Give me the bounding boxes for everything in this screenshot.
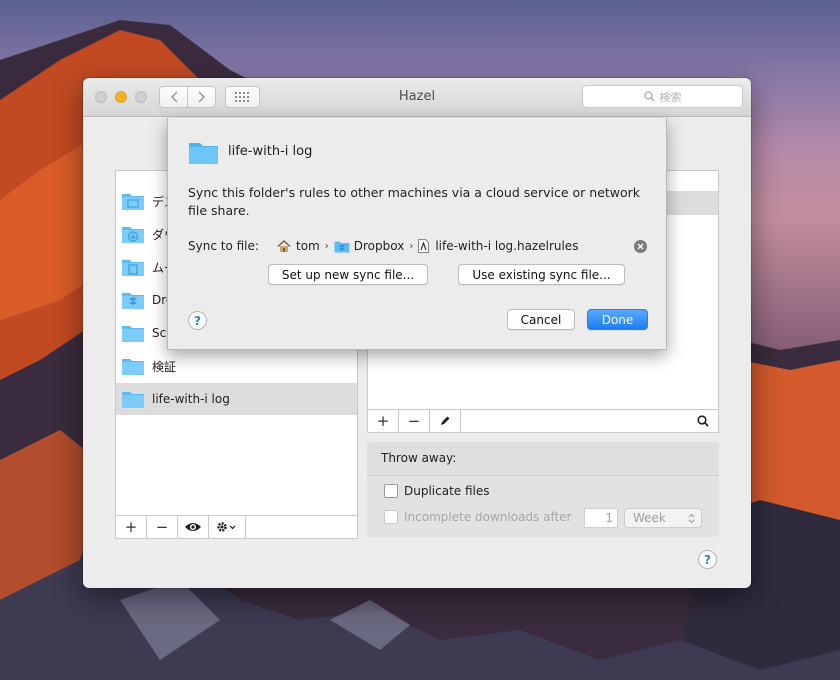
- unit-select-value: Week: [633, 511, 666, 525]
- edit-rule-button[interactable]: [430, 410, 461, 432]
- search-rules-button[interactable]: [688, 410, 718, 432]
- stepper-arrows-icon: [688, 513, 695, 524]
- rules-toolbar: + −: [368, 409, 718, 432]
- folder-label: life-with-i log: [152, 392, 230, 406]
- folder-icon: [122, 392, 144, 408]
- search-icon: [643, 91, 654, 102]
- home-icon: [277, 239, 291, 252]
- done-button[interactable]: Done: [587, 309, 648, 330]
- set-up-new-sync-file-button[interactable]: Set up new sync file...: [268, 264, 428, 285]
- throw-away-section: Throw away: Duplicate files Incomplete d…: [367, 442, 719, 537]
- sync-to-file-label: Sync to file:: [188, 239, 259, 253]
- movies-folder-icon: [122, 260, 144, 276]
- folder-item-verification[interactable]: 検証: [116, 350, 357, 382]
- sheet-folder-name: life-with-i log: [228, 144, 313, 159]
- duplicate-files-label: Duplicate files: [404, 484, 490, 498]
- clear-sync-file-button[interactable]: [634, 240, 647, 253]
- path-home: tom: [296, 239, 320, 253]
- pencil-icon: [441, 416, 450, 425]
- use-existing-sync-file-button[interactable]: Use existing sync file...: [458, 264, 625, 285]
- path-separator: ›: [409, 240, 414, 252]
- path-separator: ›: [324, 240, 329, 252]
- folder-label: 検証: [152, 359, 177, 374]
- search-placeholder: 検索: [659, 90, 682, 104]
- add-folder-button[interactable]: +: [116, 516, 147, 538]
- incomplete-downloads-option[interactable]: Incomplete downloads after: [384, 510, 572, 524]
- window-help-button[interactable]: ?: [698, 550, 717, 569]
- incomplete-downloads-checkbox[interactable]: [384, 510, 398, 524]
- rules-file-icon: [418, 239, 430, 253]
- sheet-help-button[interactable]: ?: [188, 311, 207, 330]
- duplicate-files-option[interactable]: Duplicate files: [384, 484, 490, 498]
- dropbox-folder-icon: [122, 293, 144, 309]
- preview-button[interactable]: [178, 516, 209, 538]
- gear-icon: [217, 522, 236, 532]
- eye-icon: [185, 523, 201, 531]
- add-rule-button[interactable]: +: [368, 410, 399, 432]
- close-icon: [637, 243, 644, 250]
- sync-sheet: life-with-i log Sync this folder's rules…: [167, 118, 667, 350]
- title-bar: Hazel 検索: [83, 78, 751, 117]
- incomplete-downloads-unit-select[interactable]: Week: [624, 508, 702, 528]
- dropbox-folder-icon: [334, 241, 350, 252]
- path-rules-file: life-with-i log.hazelrules: [435, 239, 579, 253]
- search-icon: [697, 415, 709, 427]
- sheet-description: Sync this folder's rules to other machin…: [188, 185, 641, 218]
- incomplete-downloads-label: Incomplete downloads after: [404, 510, 572, 524]
- path-dropbox: Dropbox: [353, 239, 405, 253]
- duplicate-files-checkbox[interactable]: [384, 484, 398, 498]
- remove-folder-button[interactable]: −: [147, 516, 178, 538]
- folder-icon: [189, 143, 218, 164]
- remove-rule-button[interactable]: −: [399, 410, 430, 432]
- folder-icon: [122, 359, 144, 375]
- throw-away-header: Throw away:: [367, 442, 719, 476]
- folder-icon: [122, 194, 144, 210]
- folder-item-life-with-i-log[interactable]: life-with-i log: [116, 383, 357, 415]
- incomplete-downloads-amount[interactable]: 1: [584, 508, 618, 528]
- folders-toolbar: + −: [116, 515, 357, 538]
- downloads-folder-icon: [122, 227, 144, 243]
- folder-actions-menu[interactable]: [209, 516, 246, 538]
- folder-icon: [122, 326, 144, 342]
- sync-path: tom › Dropbox › life-with-i log.hazelrul…: [277, 239, 578, 253]
- search-field[interactable]: 検索: [582, 85, 743, 108]
- cancel-button[interactable]: Cancel: [507, 309, 575, 330]
